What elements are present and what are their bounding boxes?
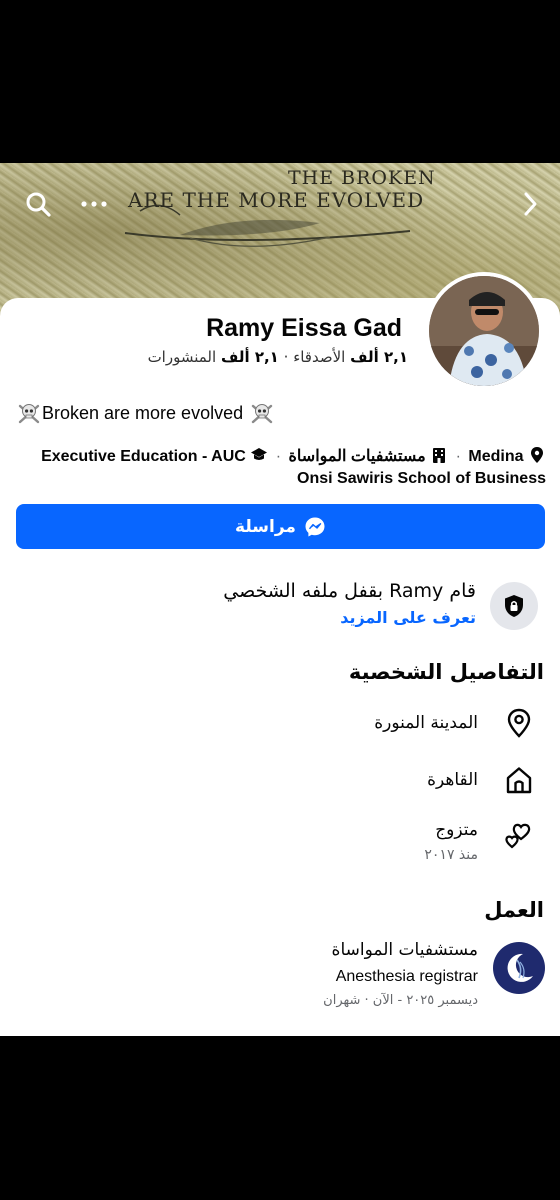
shield-lock-icon bbox=[505, 595, 523, 617]
forward-button[interactable] bbox=[510, 186, 550, 222]
info-subtext: منذ ٢٠١٧ bbox=[424, 847, 478, 863]
location-pin-icon bbox=[502, 706, 536, 740]
cover-text-line1: THE BROKEN bbox=[288, 167, 436, 189]
details-education: Executive Education - AUC bbox=[41, 448, 246, 465]
message-button-label: مراسلة bbox=[235, 516, 296, 537]
chevron-right-icon bbox=[524, 192, 537, 216]
crescent-logo-icon bbox=[507, 953, 533, 982]
avatar[interactable] bbox=[425, 272, 543, 390]
location-pin-icon bbox=[531, 447, 543, 463]
more-button[interactable] bbox=[74, 186, 114, 222]
learn-more-link[interactable]: تعرف على المزيد bbox=[80, 608, 476, 627]
friends-label[interactable]: الأصدقاء bbox=[293, 348, 345, 366]
friends-count[interactable]: ٢,١ ألف bbox=[350, 348, 408, 366]
cover-text: THE BROKEN ARE THE MORE EVOLVED bbox=[128, 167, 448, 212]
posts-count: ٢,١ ألف bbox=[220, 348, 279, 366]
personal-details-title: التفاصيل الشخصية bbox=[348, 660, 544, 684]
avatar-photo bbox=[429, 276, 539, 386]
bio-text: Broken are more evolved bbox=[42, 402, 244, 423]
messenger-icon bbox=[305, 517, 325, 536]
search-icon bbox=[26, 192, 51, 217]
details-workplace: مستشفيات المواساة bbox=[288, 448, 426, 465]
skull-crossbones-icon bbox=[251, 404, 273, 424]
posts-label: المنشورات bbox=[147, 348, 217, 366]
work-role: Anesthesia registrar bbox=[335, 968, 478, 985]
hearts-icon bbox=[502, 820, 536, 854]
details-dot: · bbox=[275, 448, 282, 465]
more-icon bbox=[81, 201, 107, 207]
cover-text-line2: ARE THE MORE EVOLVED bbox=[128, 188, 425, 212]
details-location: Medina bbox=[468, 448, 524, 465]
home-icon bbox=[502, 763, 536, 797]
info-text: متزوج bbox=[435, 820, 478, 840]
message-button[interactable]: مراسلة bbox=[16, 504, 545, 549]
profile-stats: ٢,١ ألف الأصدقاء · ٢,١ ألف المنشورات bbox=[120, 348, 408, 366]
profile-bio: Broken are more evolved bbox=[18, 402, 418, 424]
details-education-line2: Onsi Sawiris School of Business bbox=[297, 470, 546, 487]
skull-crossbones-icon bbox=[18, 404, 40, 424]
screen: THE BROKEN ARE THE MORE EVOLVED Ramy Eis… bbox=[0, 0, 560, 1200]
work-dates: ديسمبر ٢٠٢٥ - الآن · شهران bbox=[323, 993, 478, 1008]
profile-details-line: Medina · مستشفيات المواساة · Executive E… bbox=[20, 446, 546, 490]
avatar-illustration bbox=[429, 276, 539, 386]
info-text: المدينة المنورة bbox=[374, 713, 478, 733]
employer-logo[interactable] bbox=[493, 942, 545, 994]
locked-profile-title: قام Ramy بقفل ملفه الشخصي bbox=[223, 580, 476, 602]
graduation-cap-icon bbox=[251, 448, 268, 460]
details-dot: · bbox=[455, 448, 461, 465]
locked-profile-notice: قام Ramy بقفل ملفه الشخصي تعرف على المزي… bbox=[0, 578, 560, 638]
search-button[interactable] bbox=[18, 186, 58, 222]
info-text: القاهرة bbox=[427, 770, 478, 790]
stats-separator: · bbox=[283, 348, 289, 366]
work-title: العمل bbox=[484, 898, 544, 922]
work-employer[interactable]: مستشفيات المواساة bbox=[60, 940, 478, 960]
shield-lock-badge bbox=[490, 582, 538, 630]
building-icon bbox=[433, 448, 446, 463]
profile-name: Ramy Eissa Gad bbox=[206, 314, 402, 342]
